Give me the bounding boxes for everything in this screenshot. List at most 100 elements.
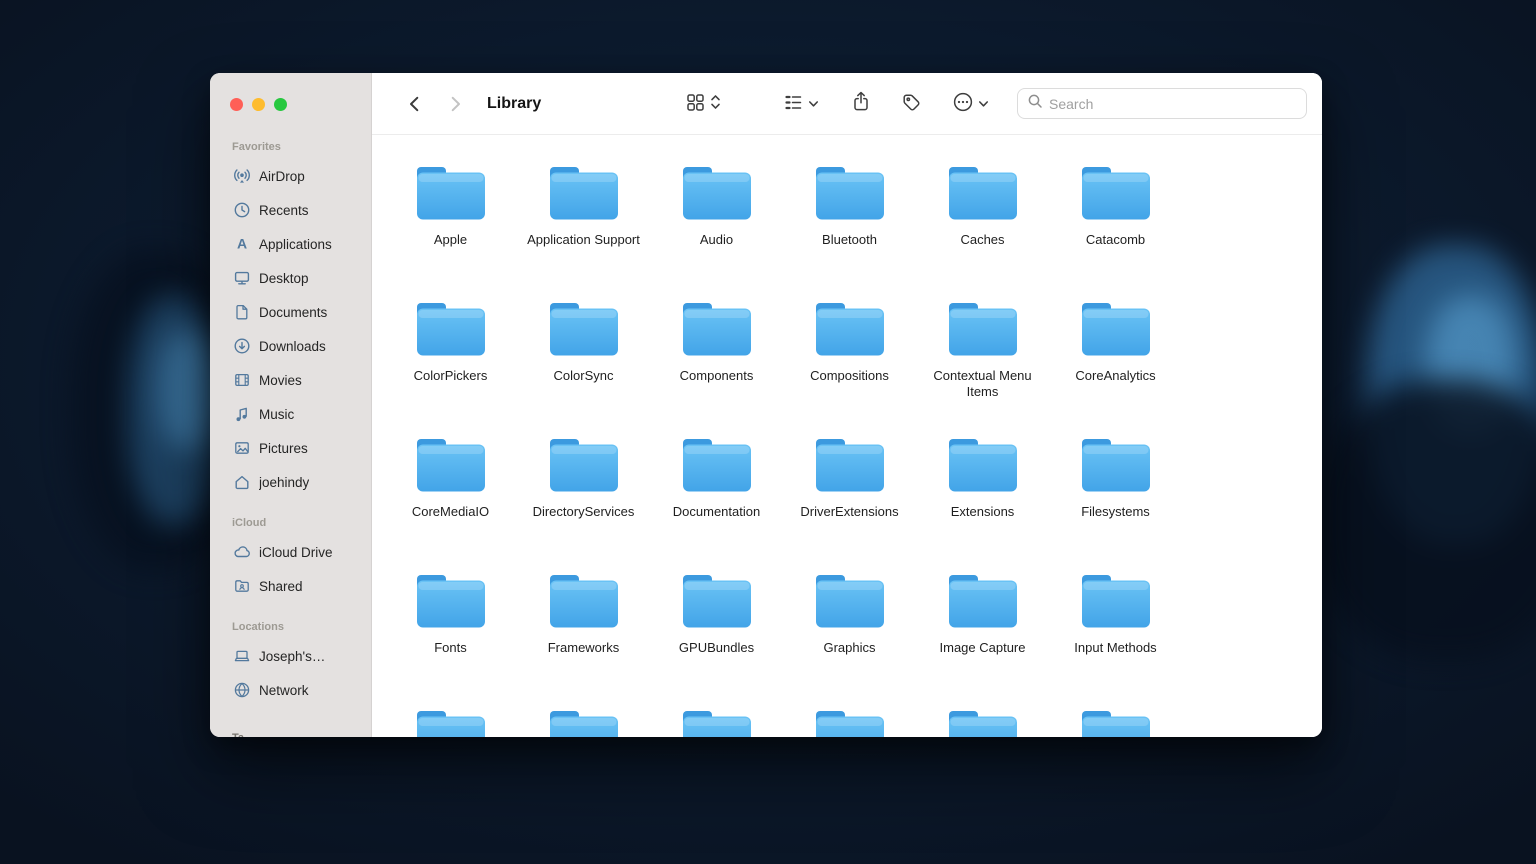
folder-item[interactable]: Extensions	[916, 437, 1049, 573]
folder-label: Application Support	[527, 232, 640, 248]
folder-item[interactable]: Caches	[916, 165, 1049, 301]
folder-label: Caches	[960, 232, 1004, 248]
folder-item[interactable]	[517, 709, 650, 737]
section-label: Favorites	[210, 141, 371, 155]
folder-view[interactable]: Apple Application Support	[372, 135, 1322, 737]
folder-item[interactable]: Catacomb	[1049, 165, 1182, 301]
chevron-down-icon	[978, 96, 989, 111]
sidebar-item-label: Pictures	[259, 441, 308, 456]
sidebar-item-label: Network	[259, 683, 309, 698]
folder-label: Compositions	[810, 368, 889, 384]
folder-item[interactable]: Image Capture	[916, 573, 1049, 709]
sidebar-item-label: Music	[259, 407, 294, 422]
search-field[interactable]	[1017, 88, 1307, 119]
folder-item[interactable]: Bluetooth	[783, 165, 916, 301]
folder-label: Image Capture	[940, 640, 1026, 656]
minimize-button[interactable]	[252, 98, 265, 111]
sidebar-item-downloads[interactable]: Downloads	[218, 329, 363, 363]
chevron-up-down-icon	[710, 93, 721, 114]
folder-label: Fonts	[434, 640, 467, 656]
folder-icon	[547, 165, 621, 227]
sidebar-section-locations: Locations Joseph's… Network	[210, 621, 371, 707]
sidebar-item-documents[interactable]: Documents	[218, 295, 363, 329]
sidebar-item-josephs-macbook[interactable]: Joseph's…	[218, 639, 363, 673]
share-icon	[851, 91, 871, 116]
sidebar-item-label: Shared	[259, 579, 303, 594]
back-button[interactable]	[401, 90, 429, 118]
folder-label: GPUBundles	[679, 640, 754, 656]
sidebar-item-shared[interactable]: Shared	[218, 569, 363, 603]
sidebar-item-icloud-drive[interactable]: iCloud Drive	[218, 535, 363, 569]
folder-icon	[1079, 165, 1153, 227]
window-controls	[230, 98, 371, 111]
folder-label: CoreMediaIO	[412, 504, 489, 520]
ellipsis-circle-icon	[952, 91, 974, 116]
finder-window: Favorites AirDrop Recents A Applications…	[210, 73, 1322, 737]
folder-item[interactable]: Filesystems	[1049, 437, 1182, 573]
folder-item[interactable]: Application Support	[517, 165, 650, 301]
folder-item[interactable]: Documentation	[650, 437, 783, 573]
sidebar-item-label: Joseph's…	[259, 649, 325, 664]
view-mode-button[interactable]	[681, 88, 725, 120]
sidebar-item-airdrop[interactable]: AirDrop	[218, 159, 363, 193]
zoom-button[interactable]	[274, 98, 287, 111]
group-by-button[interactable]	[779, 88, 823, 120]
folder-item[interactable]: ColorPickers	[384, 301, 517, 437]
laptop-icon	[232, 647, 252, 665]
folder-item[interactable]: DriverExtensions	[783, 437, 916, 573]
folder-icon	[946, 573, 1020, 635]
sidebar-item-label: iCloud Drive	[259, 545, 333, 560]
folder-item[interactable]: ColorSync	[517, 301, 650, 437]
folder-item[interactable]: Apple	[384, 165, 517, 301]
folder-icon	[813, 437, 887, 499]
sidebar-item-applications[interactable]: A Applications	[218, 227, 363, 261]
sidebar-item-pictures[interactable]: Pictures	[218, 431, 363, 465]
folder-item[interactable]	[650, 709, 783, 737]
sidebar-item-desktop[interactable]: Desktop	[218, 261, 363, 295]
more-options-button[interactable]	[948, 87, 993, 120]
tag-button[interactable]	[897, 88, 926, 120]
home-icon	[232, 473, 252, 491]
forward-button[interactable]	[441, 90, 469, 118]
folder-item[interactable]	[384, 709, 517, 737]
sidebar-item-music[interactable]: Music	[218, 397, 363, 431]
folder-item[interactable]: GPUBundles	[650, 573, 783, 709]
share-button[interactable]	[847, 87, 875, 120]
tag-icon	[901, 92, 922, 116]
sidebar-item-recents[interactable]: Recents	[218, 193, 363, 227]
chevron-down-icon	[808, 96, 819, 111]
folder-item[interactable]: Components	[650, 301, 783, 437]
folder-item[interactable]	[1049, 709, 1182, 737]
folder-item[interactable]: Audio	[650, 165, 783, 301]
sidebar-item-label: Downloads	[259, 339, 326, 354]
sidebar-item-home[interactable]: joehindy	[218, 465, 363, 499]
sidebar-item-network[interactable]: Network	[218, 673, 363, 707]
folder-icon	[813, 301, 887, 363]
sidebar-item-label: AirDrop	[259, 169, 305, 184]
folder-icon	[1079, 301, 1153, 363]
folder-label: Documentation	[673, 504, 760, 520]
sidebar-section-favorites: Favorites AirDrop Recents A Applications…	[210, 141, 371, 499]
folder-item[interactable]: Frameworks	[517, 573, 650, 709]
document-icon	[232, 303, 252, 321]
folder-item[interactable]: Contextual Menu Items	[916, 301, 1049, 437]
search-input[interactable]	[1049, 96, 1297, 112]
group-icon	[783, 92, 804, 116]
folder-item[interactable]: Graphics	[783, 573, 916, 709]
folder-item[interactable]	[916, 709, 1049, 737]
sidebar-item-movies[interactable]: Movies	[218, 363, 363, 397]
folder-icon	[946, 709, 1020, 737]
folder-item[interactable]: Input Methods	[1049, 573, 1182, 709]
folder-icon	[946, 165, 1020, 227]
close-button[interactable]	[230, 98, 243, 111]
folder-item[interactable]: Compositions	[783, 301, 916, 437]
folder-item[interactable]: CoreAnalytics	[1049, 301, 1182, 437]
folder-item[interactable]	[783, 709, 916, 737]
folder-item[interactable]: DirectoryServices	[517, 437, 650, 573]
cloud-icon	[232, 543, 252, 561]
search-icon	[1027, 93, 1043, 114]
folder-icon	[547, 573, 621, 635]
folder-item[interactable]: Fonts	[384, 573, 517, 709]
download-icon	[232, 337, 252, 355]
folder-item[interactable]: CoreMediaIO	[384, 437, 517, 573]
